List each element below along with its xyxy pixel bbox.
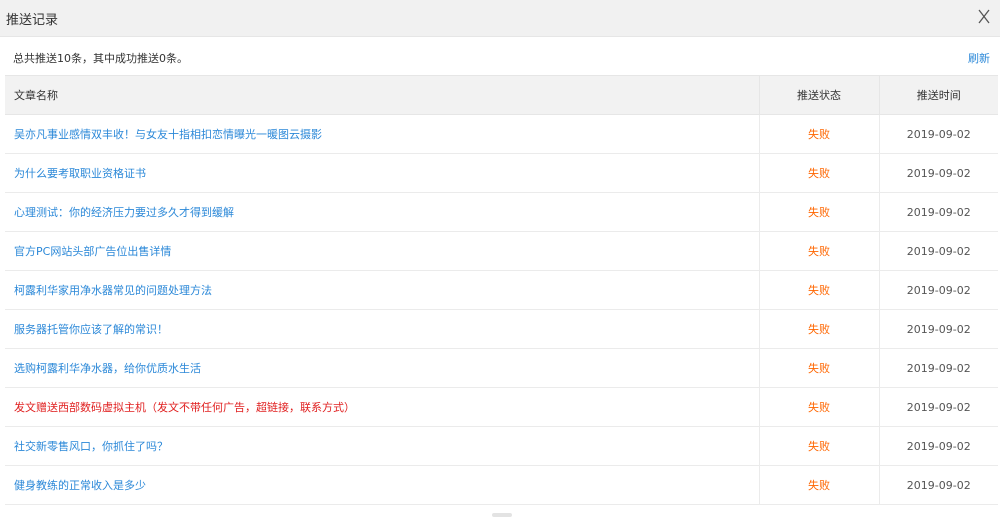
table-row: 服务器托管你应该了解的常识！ 失败 2019-09-02	[5, 309, 998, 349]
article-title-link[interactable]: 健身教练的正常收入是多少	[14, 479, 146, 492]
table-row: 为什么要考取职业资格证书 失败 2019-09-02	[5, 153, 998, 193]
push-time-cell: 2019-09-02	[878, 387, 998, 427]
push-time-cell: 2019-09-02	[878, 231, 998, 271]
push-status-cell: 失败	[758, 192, 879, 232]
push-time-cell: 2019-09-02	[878, 153, 998, 193]
article-title-cell: 健身教练的正常收入是多少	[5, 465, 759, 505]
article-title-link[interactable]: 心理测试：你的经济压力要过多久才得到缓解	[14, 206, 234, 219]
push-status-cell: 失败	[758, 114, 879, 154]
table-row: 社交新零售风口，你抓住了吗？ 失败 2019-09-02	[5, 426, 998, 466]
table-row: 柯露利华家用净水器常见的问题处理方法 失败 2019-09-02	[5, 270, 998, 310]
scroll-indicator[interactable]	[492, 513, 512, 517]
article-title-cell: 官方PC网站头部广告位出售详情	[5, 231, 759, 271]
article-title-link[interactable]: 吴亦凡事业感情双丰收！与女友十指相扣恋情曝光一暖图云摄影	[14, 128, 322, 141]
table-row: 选购柯露利华净水器，给你优质水生活 失败 2019-09-02	[5, 348, 998, 388]
article-title-cell: 为什么要考取职业资格证书	[5, 153, 759, 193]
push-status-cell: 失败	[758, 465, 879, 505]
article-title-cell: 服务器托管你应该了解的常识！	[5, 309, 759, 349]
close-icon	[978, 9, 990, 24]
table-header-row: 文章名称 推送状态 推送时间	[5, 75, 998, 115]
push-time-cell: 2019-09-02	[878, 270, 998, 310]
article-title-cell: 心理测试：你的经济压力要过多久才得到缓解	[5, 192, 759, 232]
push-status-cell: 失败	[758, 309, 879, 349]
table-row: 健身教练的正常收入是多少 失败 2019-09-02	[5, 465, 998, 505]
push-time-cell: 2019-09-02	[878, 309, 998, 349]
article-title-cell: 吴亦凡事业感情双丰收！与女友十指相扣恋情曝光一暖图云摄影	[5, 114, 759, 154]
table-row: 官方PC网站头部广告位出售详情 失败 2019-09-02	[5, 231, 998, 271]
article-title-link[interactable]: 选购柯露利华净水器，给你优质水生活	[14, 362, 201, 375]
push-time-cell: 2019-09-02	[878, 426, 998, 466]
article-title-link[interactable]: 服务器托管你应该了解的常识！	[14, 323, 168, 336]
push-status-cell: 失败	[758, 387, 879, 427]
push-status-cell: 失败	[758, 426, 879, 466]
summary-bar: 总共推送10条，其中成功推送0条。 刷新	[0, 37, 1000, 75]
table-row: 吴亦凡事业感情双丰收！与女友十指相扣恋情曝光一暖图云摄影 失败 2019-09-02	[5, 114, 998, 154]
table-row: 心理测试：你的经济压力要过多久才得到缓解 失败 2019-09-02	[5, 192, 998, 232]
push-status-cell: 失败	[758, 348, 879, 388]
table-body: 吴亦凡事业感情双丰收！与女友十指相扣恋情曝光一暖图云摄影 失败 2019-09-02…	[5, 114, 998, 505]
article-title-cell: 发文赠送西部数码虚拟主机（发文不带任何广告，超链接，联系方式）	[5, 387, 759, 427]
push-time-cell: 2019-09-02	[878, 114, 998, 154]
article-title-link[interactable]: 发文赠送西部数码虚拟主机（发文不带任何广告，超链接，联系方式）	[14, 401, 355, 414]
refresh-button[interactable]: 刷新	[968, 50, 990, 66]
push-time-cell: 2019-09-02	[878, 192, 998, 232]
push-status-cell: 失败	[758, 270, 879, 310]
push-status-cell: 失败	[758, 153, 879, 193]
push-records-dialog: 推送记录 总共推送10条，其中成功推送0条。 刷新 文章名称 推送状态 推送时间…	[0, 0, 1000, 517]
article-title-link[interactable]: 社交新零售风口，你抓住了吗？	[14, 440, 168, 453]
push-records-table: 文章名称 推送状态 推送时间 吴亦凡事业感情双丰收！与女友十指相扣恋情曝光一暖图…	[5, 75, 998, 505]
column-header-article-title: 文章名称	[5, 75, 759, 115]
dialog-title: 推送记录	[6, 13, 59, 28]
close-button[interactable]	[972, 4, 996, 28]
column-header-push-status: 推送状态	[758, 75, 879, 115]
push-status-cell: 失败	[758, 231, 879, 271]
push-time-cell: 2019-09-02	[878, 465, 998, 505]
article-title-cell: 选购柯露利华净水器，给你优质水生活	[5, 348, 759, 388]
article-title-cell: 社交新零售风口，你抓住了吗？	[5, 426, 759, 466]
article-title-link[interactable]: 柯露利华家用净水器常见的问题处理方法	[14, 284, 212, 297]
push-summary-text: 总共推送10条，其中成功推送0条。	[13, 52, 188, 65]
table-row: 发文赠送西部数码虚拟主机（发文不带任何广告，超链接，联系方式） 失败 2019-09…	[5, 387, 998, 427]
push-time-cell: 2019-09-02	[878, 348, 998, 388]
article-title-link[interactable]: 为什么要考取职业资格证书	[14, 167, 146, 180]
article-title-link[interactable]: 官方PC网站头部广告位出售详情	[14, 245, 171, 258]
column-header-push-time: 推送时间	[878, 75, 998, 115]
dialog-title-bar: 推送记录	[0, 0, 1000, 37]
article-title-cell: 柯露利华家用净水器常见的问题处理方法	[5, 270, 759, 310]
